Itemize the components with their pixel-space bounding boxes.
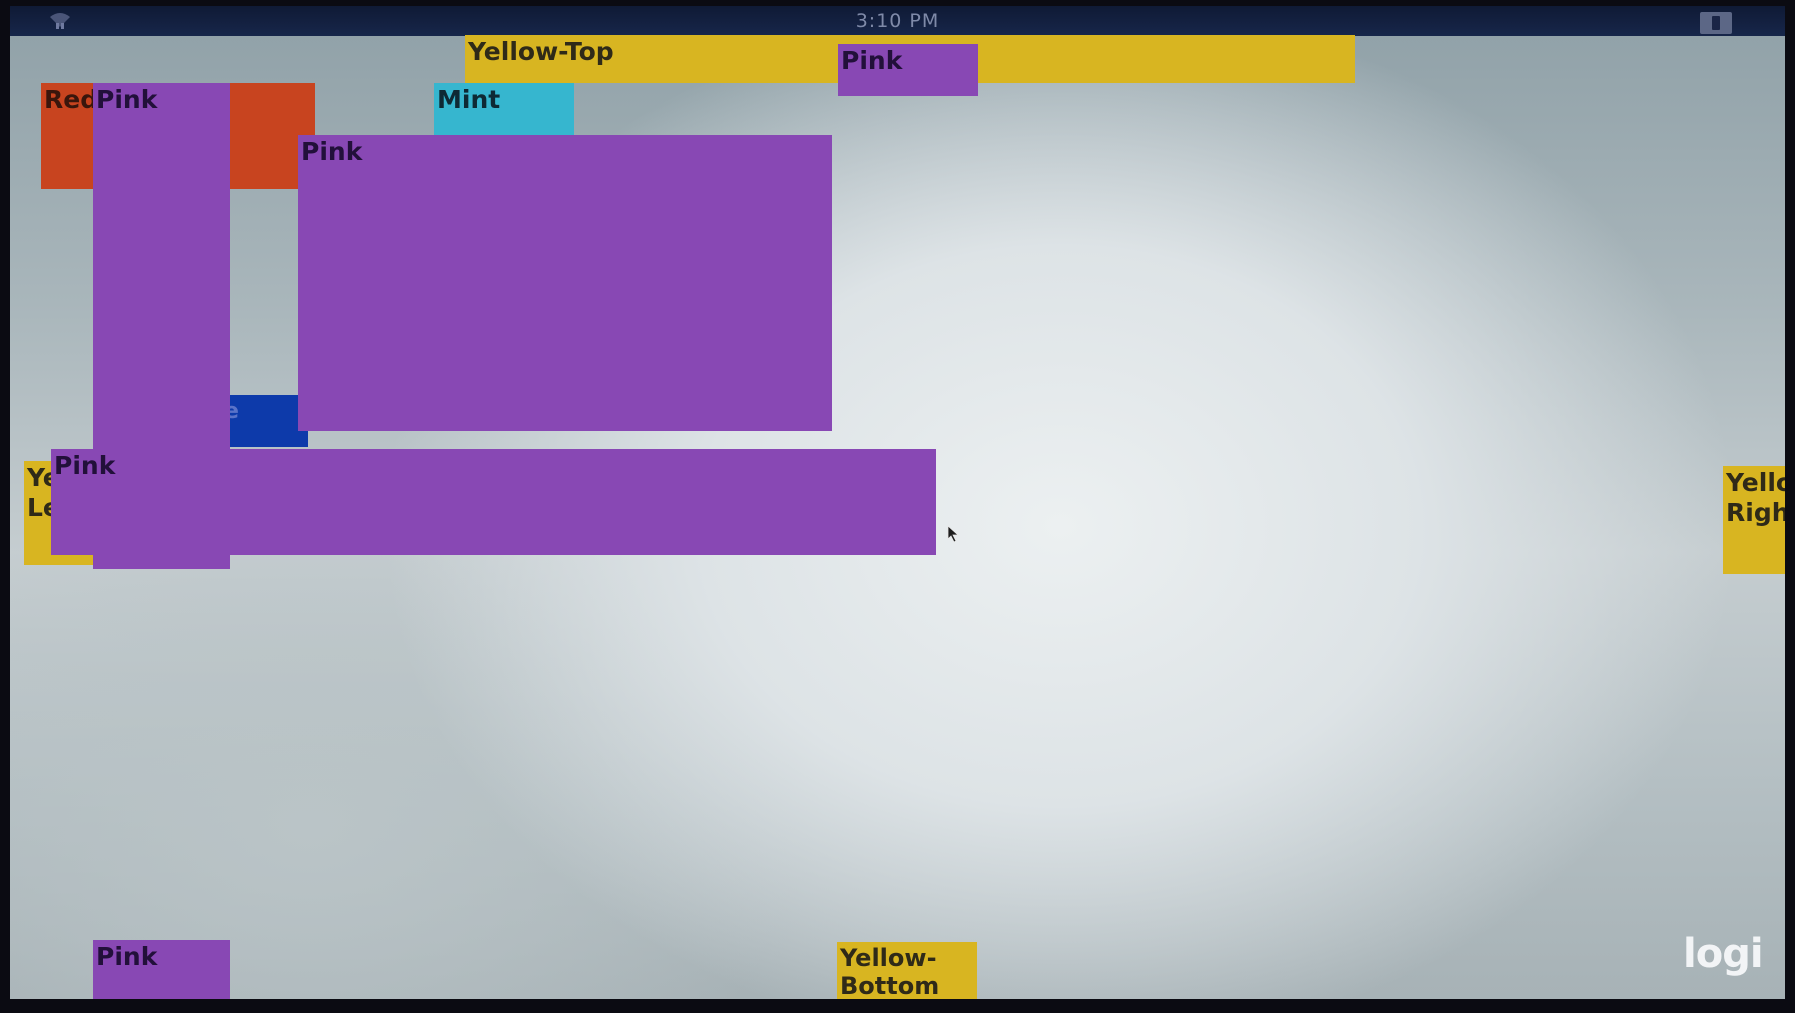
pink-large-window[interactable]: Pink xyxy=(298,135,832,431)
mouse-pointer-icon xyxy=(947,525,960,543)
pink-bottom-window[interactable]: Pink xyxy=(93,940,230,999)
status-bar: 3:10 PM xyxy=(10,6,1785,36)
monitor-bezel: 3:10 PM Yellow-Top Red Mint e Ye Le Yell… xyxy=(0,0,1795,1013)
pink-top-window[interactable]: Pink xyxy=(838,44,978,96)
clock: 3:10 PM xyxy=(855,10,940,32)
yellow-bottom-window[interactable]: Yellow- Bottom xyxy=(837,942,977,999)
display-screen: 3:10 PM Yellow-Top Red Mint e Ye Le Yell… xyxy=(10,6,1785,999)
logi-logo: logi xyxy=(1683,931,1764,977)
yellow-right-window[interactable]: Yello Righ xyxy=(1723,466,1785,574)
screen-icon[interactable] xyxy=(1700,12,1732,34)
blue-window[interactable]: e xyxy=(224,395,308,447)
mint-window[interactable]: Mint xyxy=(434,83,574,141)
pink-wide-window[interactable]: Pink xyxy=(51,449,936,555)
